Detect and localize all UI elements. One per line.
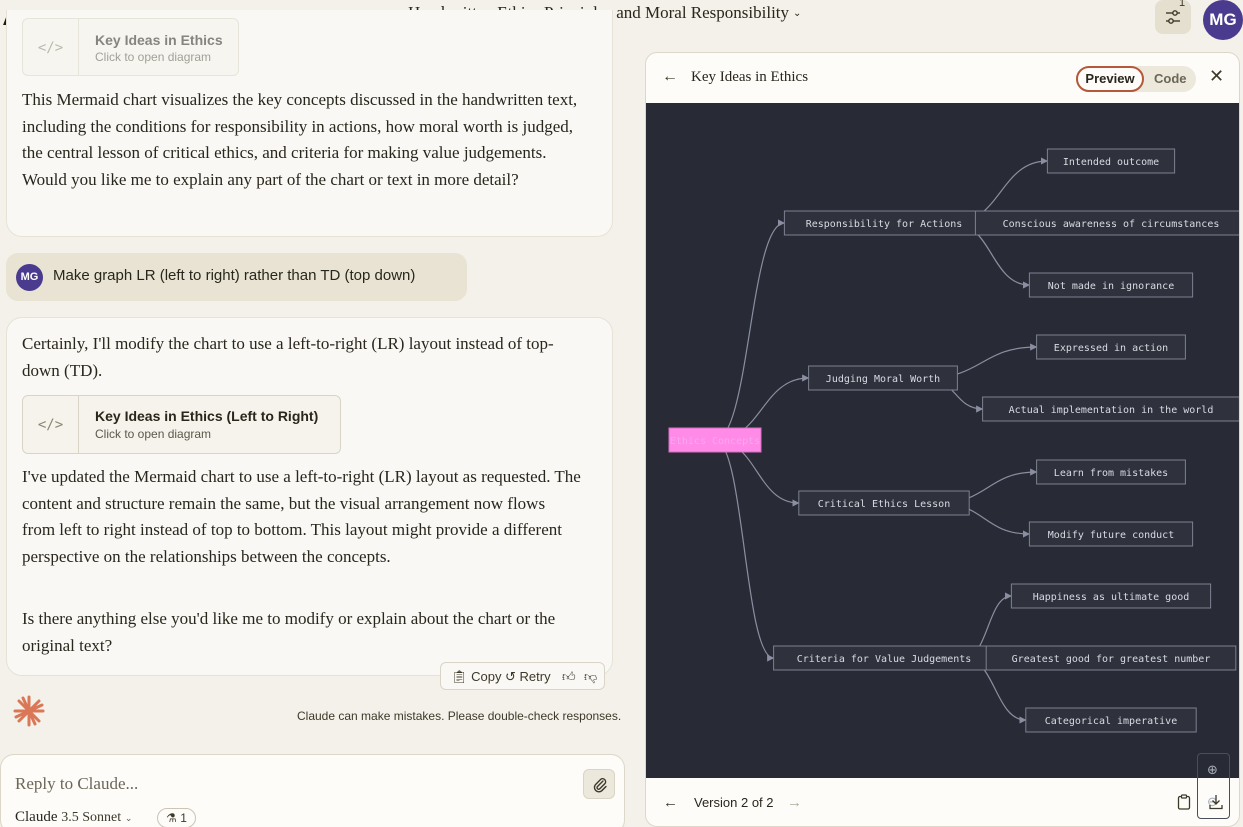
diagram-canvas: Ethics Concepts Responsibility for Action… — [668, 148, 1239, 733]
artifact-panel-header: ← Key Ideas in Ethics Preview Code ✕ — [646, 53, 1239, 103]
download-icon[interactable] — [1209, 794, 1223, 810]
attach-button[interactable] — [583, 769, 615, 799]
diagram-node-label: Critical Ethics Lesson — [818, 499, 950, 510]
chevron-down-icon: ⌄ — [793, 8, 802, 19]
assistant-body-text: I've updated the Mermaid chart to use a … — [22, 467, 581, 566]
user-avatar[interactable]: MG — [1203, 0, 1243, 40]
model-version: 3.5 Sonnet — [61, 810, 122, 825]
artifact-card[interactable]: </> Key Ideas in Ethics (Left to Right) … — [22, 395, 341, 454]
chevron-down-icon: ⌄ — [124, 814, 133, 824]
user-message: MG Make graph LR (left to right) rather … — [6, 253, 467, 301]
copy-button[interactable]: 📋︎ Copy — [451, 669, 501, 685]
diagram-node-label: Categorical imperative — [1045, 716, 1177, 727]
flask-icon: ⚗︎ — [166, 811, 177, 825]
chat-settings-button[interactable] — [1155, 0, 1191, 34]
diagram-node-label: Expressed in action — [1054, 343, 1168, 354]
sliders-icon — [1166, 10, 1180, 24]
diagram-node-label: Learn from mistakes — [1054, 468, 1168, 479]
claude-spark-icon — [13, 695, 45, 727]
diagram-edge — [714, 219, 786, 441]
assistant-message: </> Key Ideas in Ethics Click to open di… — [6, 10, 613, 237]
diagram-edges — [714, 157, 1049, 724]
model-name: Claude — [15, 809, 58, 825]
diagram-node-label: Actual implementation in the world — [1009, 405, 1214, 416]
user-message-avatar: MG — [16, 264, 43, 291]
previous-version-icon[interactable]: ← — [663, 794, 678, 811]
copy-label: Copy — [471, 669, 502, 684]
artifact-panel-footer: ← Version 2 of 2 → — [646, 778, 1239, 826]
view-toggle: Preview Code — [1076, 66, 1196, 92]
settings-badge: 1 — [1179, 0, 1186, 9]
root-node-label: Ethics Concepts — [670, 436, 760, 447]
diagram-edge — [714, 439, 775, 662]
mermaid-diagram: Ethics Concepts Responsibility for Action… — [646, 103, 1239, 819]
diagram-node-label: Judging Moral Worth — [826, 374, 940, 385]
assistant-text: This Mermaid chart visualizes the key co… — [22, 90, 578, 189]
clipboard-icon[interactable] — [1177, 794, 1191, 810]
composer: Claude 3.5 Sonnet ⌄ ⚗︎ 1 — [0, 754, 625, 827]
artifact-title: Key Ideas in Ethics (Left to Right) — [95, 408, 319, 424]
reply-input[interactable] — [15, 774, 555, 794]
diagram-node-label: Not made in ignorance — [1048, 281, 1174, 292]
diagram-nodes: Ethics Concepts Responsibility for Action… — [668, 148, 1239, 733]
thumbs-up-icon[interactable]: 👍︎ — [562, 669, 576, 685]
artifact-title: Key Ideas in Ethics — [95, 32, 223, 48]
user-message-text: Make graph LR (left to right) rather tha… — [53, 267, 416, 284]
diagram-node-label: Greatest good for greatest number — [1012, 654, 1211, 665]
close-icon[interactable]: ✕ — [1209, 66, 1224, 87]
diagram-node-label: Responsibility for Actions — [806, 219, 963, 230]
diagram-node-label: Happiness as ultimate good — [1033, 592, 1190, 603]
preview-tab[interactable]: Preview — [1076, 66, 1144, 92]
diagram-node-label: Modify future conduct — [1048, 530, 1174, 541]
project-count: 1 — [180, 811, 187, 825]
assistant-closing-text: Is there anything else you'd like me to … — [22, 609, 556, 655]
artifact-subtitle: Click to open diagram — [95, 50, 212, 64]
code-tab[interactable]: Code — [1154, 71, 1187, 86]
retry-label: Retry — [519, 669, 551, 684]
diagram-node-label: Criteria for Value Judgements — [797, 654, 972, 665]
assistant-message: Certainly, I'll modify the chart to use … — [6, 317, 613, 676]
version-label: Version 2 of 2 — [694, 795, 774, 810]
model-selector[interactable]: Claude 3.5 Sonnet ⌄ — [15, 809, 132, 826]
artifact-card[interactable]: </> Key Ideas in Ethics Click to open di… — [22, 18, 239, 76]
project-knowledge-button[interactable]: ⚗︎ 1 — [157, 808, 196, 827]
artifact-panel-title: Key Ideas in Ethics — [691, 69, 809, 85]
paperclip-icon — [593, 778, 607, 793]
artifact-panel: ← Key Ideas in Ethics Preview Code ✕ Eth… — [645, 52, 1240, 827]
retry-button[interactable]: ↺ Retry — [505, 669, 551, 685]
disclaimer-text: Claude can make mistakes. Please double-… — [297, 709, 622, 723]
code-icon: </> — [23, 19, 79, 75]
back-arrow-icon[interactable]: ← — [662, 68, 678, 86]
zoom-in-icon[interactable]: ⊕ — [1207, 762, 1218, 778]
next-version-icon[interactable]: → — [787, 794, 802, 811]
message-actions: 📋︎ Copy ↺ Retry 👍︎ 👎︎ — [440, 662, 605, 690]
assistant-intro-text: Certainly, I'll modify the chart to use … — [22, 334, 554, 380]
diagram-node-label: Intended outcome — [1063, 157, 1159, 168]
code-icon: </> — [23, 396, 79, 453]
diagram-node-label: Conscious awareness of circumstances — [1003, 219, 1220, 230]
thumbs-down-icon[interactable]: 👎︎ — [584, 669, 597, 685]
artifact-subtitle: Click to open diagram — [95, 427, 212, 441]
